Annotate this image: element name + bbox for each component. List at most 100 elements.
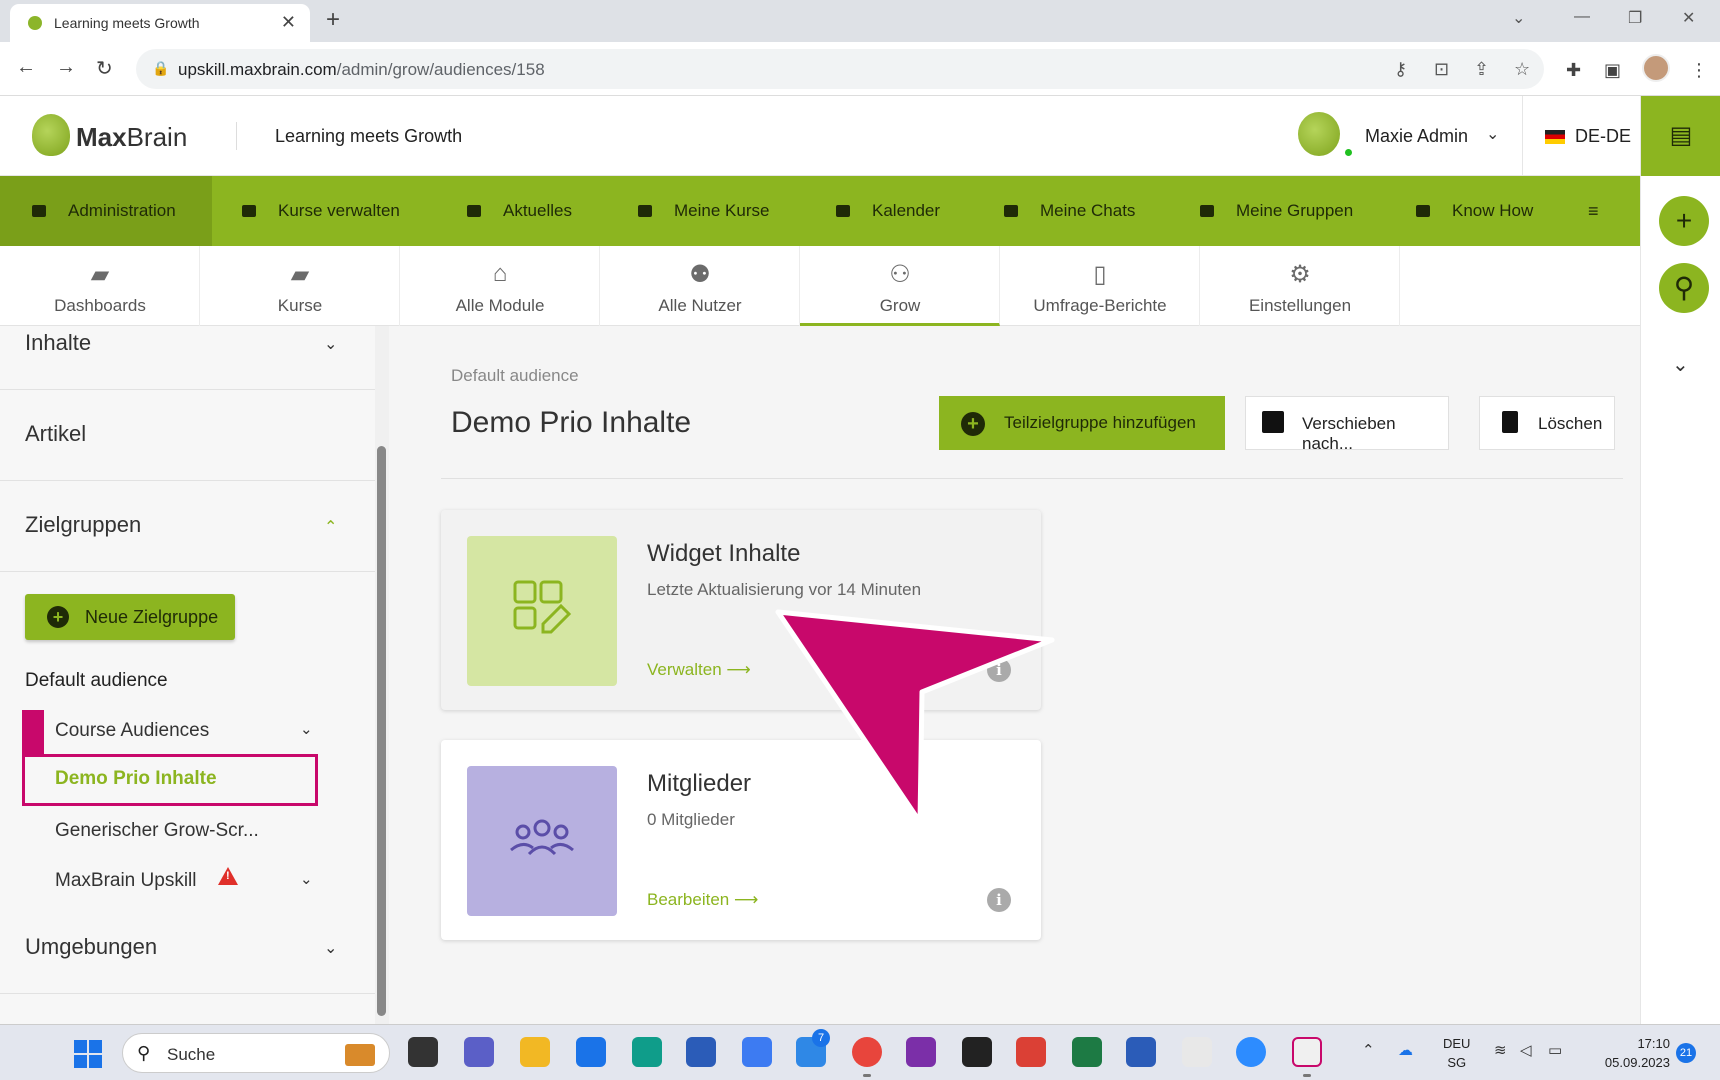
new-audience-button[interactable]: + Neue Zielgruppe	[25, 594, 235, 640]
wifi-icon[interactable]: ≋	[1494, 1041, 1507, 1059]
onedrive-icon[interactable]: ☁	[1398, 1041, 1413, 1059]
user-menu-chevron-icon[interactable]: ⌄	[1486, 124, 1499, 144]
tab-grow[interactable]: ⚇ Grow	[800, 246, 1000, 326]
chevron-down-icon[interactable]: ⌄	[300, 870, 313, 888]
edit-link[interactable]: Bearbeiten ⟶	[647, 890, 758, 910]
tab-umfrage-berichte[interactable]: ▯ Umfrage-Berichte	[1000, 246, 1200, 326]
sidebar-section-artikel[interactable]: Artikel	[0, 390, 375, 481]
figma-icon[interactable]	[962, 1037, 992, 1067]
battery-icon[interactable]: ▭	[1548, 1041, 1562, 1059]
sidebar-item-maxbrain-upskill[interactable]: MaxBrain Upskill	[55, 870, 196, 892]
arrow-right-icon: ⟶	[733, 890, 759, 909]
search-icon[interactable]: ⚲	[1659, 263, 1709, 313]
sidebar-scrollbar[interactable]	[375, 326, 389, 1024]
admin-sub-navigation: ▰ Dashboards ▰ Kurse ⌂ Alle Module ⚉ Alle Nu…	[0, 246, 1640, 326]
close-window-icon[interactable]: ✕	[1682, 8, 1695, 28]
nav-kalender[interactable]: Kalender	[836, 176, 940, 246]
move-to-button[interactable]: Verschieben nach...	[1245, 396, 1449, 453]
nav-meine-chats[interactable]: Meine Chats	[1004, 176, 1135, 246]
sidebar-item-demo-prio-inhalte[interactable]: Demo Prio Inhalte	[55, 768, 217, 790]
groups-icon	[1200, 205, 1214, 217]
affinity-icon[interactable]	[742, 1037, 772, 1067]
key-icon[interactable]: ⚷	[1394, 59, 1407, 80]
chevron-down-icon[interactable]: ⌄	[1672, 352, 1689, 377]
tab-dashboards[interactable]: ▰ Dashboards	[0, 246, 200, 326]
lock-icon[interactable]: 🔒	[152, 60, 169, 77]
browser-menu-icon[interactable]: ⋮	[1690, 60, 1708, 81]
todoist-icon[interactable]	[1016, 1037, 1046, 1067]
notification-count[interactable]: 21	[1676, 1043, 1696, 1063]
extensions-icon[interactable]: ✚	[1566, 60, 1581, 81]
manage-link[interactable]: Verwalten ⟶	[647, 660, 751, 680]
zoom-icon[interactable]	[1236, 1037, 1266, 1067]
sidebar-item-course-audiences[interactable]: Course Audiences	[55, 720, 209, 742]
nav-kurse-verwalten[interactable]: Kurse verwalten	[242, 176, 400, 246]
german-flag-icon[interactable]	[1545, 130, 1565, 144]
add-sub-audience-button[interactable]: + Teilzielgruppe hinzufügen	[939, 396, 1225, 450]
back-icon[interactable]: ←	[16, 56, 36, 79]
address-bar[interactable]: 🔒 upskill.maxbrain.com/admin/grow/audien…	[136, 49, 1544, 89]
nav-meine-kurse[interactable]: Meine Kurse	[638, 176, 769, 246]
forward-icon[interactable]: →	[56, 56, 76, 79]
info-icon[interactable]: i	[987, 888, 1011, 912]
windows-start-icon[interactable]	[74, 1040, 102, 1068]
profile-avatar[interactable]	[1642, 54, 1670, 82]
system-clock[interactable]: 17:10 05.09.2023	[1590, 1034, 1670, 1072]
l-app-icon[interactable]	[576, 1037, 606, 1067]
tab-alle-module[interactable]: ⌂ Alle Module	[400, 246, 600, 326]
members-icon	[467, 766, 617, 916]
sidebar-section-inhalte[interactable]: Inhalte ⌄	[0, 326, 375, 390]
tab-alle-nutzer[interactable]: ⚉ Alle Nutzer	[600, 246, 800, 326]
minimize-icon[interactable]: —	[1574, 8, 1590, 26]
snipping-tool-icon[interactable]	[1292, 1037, 1322, 1067]
nav-administration[interactable]: Administration	[0, 176, 212, 246]
side-panel-icon[interactable]: ▣	[1604, 60, 1621, 81]
add-icon[interactable]: +	[1659, 196, 1709, 246]
task-view-icon[interactable]	[408, 1037, 438, 1067]
sidebar-section-umgebungen[interactable]: Umgebungen ⌄	[0, 896, 375, 994]
teams-icon[interactable]	[464, 1037, 494, 1067]
edge-icon[interactable]	[632, 1037, 662, 1067]
chat-icon[interactable]: ▤	[1641, 96, 1720, 176]
translate-icon[interactable]: ⊡	[1434, 59, 1449, 80]
collapse-menu-icon[interactable]: ≡	[1588, 176, 1599, 246]
app-header: MaxBrain Learning meets Growth Maxie Adm…	[0, 96, 1640, 176]
input-language[interactable]: DEU SG	[1443, 1034, 1470, 1072]
browser-tab[interactable]: Learning meets Growth ✕	[10, 4, 310, 42]
close-tab-icon[interactable]: ✕	[281, 12, 296, 33]
page-title: Demo Prio Inhalte	[451, 406, 692, 439]
volume-icon[interactable]: ◁	[1520, 1041, 1532, 1059]
sidebar-item-generic-grow[interactable]: Generischer Grow-Scr...	[55, 820, 259, 842]
share-icon[interactable]: ⇪	[1474, 59, 1489, 80]
logo-text[interactable]: MaxBrain	[76, 122, 187, 153]
tray-chevron-up-icon[interactable]: ⌃	[1362, 1041, 1375, 1059]
scrollbar-thumb[interactable]	[377, 446, 386, 1016]
nav-meine-gruppen[interactable]: Meine Gruppen	[1200, 176, 1353, 246]
user-name[interactable]: Maxie Admin	[1365, 126, 1468, 147]
restore-icon[interactable]: ❐	[1628, 8, 1642, 28]
slack-icon[interactable]	[1182, 1037, 1212, 1067]
bookmark-star-icon[interactable]: ☆	[1514, 59, 1530, 80]
store-icon[interactable]	[686, 1037, 716, 1067]
breadcrumb[interactable]: Default audience	[451, 366, 579, 386]
nav-know-how[interactable]: Know How	[1416, 176, 1533, 246]
excel-icon[interactable]	[1072, 1037, 1102, 1067]
taskbar-search[interactable]: ⚲ Suche	[122, 1033, 390, 1073]
reload-icon[interactable]: ↻	[96, 56, 113, 81]
new-tab-icon[interactable]: +	[326, 6, 340, 34]
chevron-down-icon[interactable]: ⌄	[300, 720, 313, 738]
brain-logo-icon[interactable]	[32, 114, 70, 156]
onenote-icon[interactable]	[906, 1037, 936, 1067]
word-icon[interactable]	[1126, 1037, 1156, 1067]
chrome-icon[interactable]	[852, 1037, 882, 1067]
tab-einstellungen[interactable]: ⚙ Einstellungen	[1200, 246, 1400, 326]
tab-search-icon[interactable]: ⌄	[1512, 8, 1525, 28]
sidebar-group-default-audience[interactable]: Default audience	[25, 670, 168, 692]
user-avatar[interactable]	[1298, 112, 1340, 156]
language-selector[interactable]: DE-DE	[1575, 126, 1631, 147]
sidebar-section-zielgruppen[interactable]: Zielgruppen ⌃	[0, 481, 375, 572]
nav-aktuelles[interactable]: Aktuelles	[467, 176, 572, 246]
delete-button[interactable]: Löschen	[1479, 396, 1615, 450]
tab-kurse[interactable]: ▰ Kurse	[200, 246, 400, 326]
file-explorer-icon[interactable]	[520, 1037, 550, 1067]
